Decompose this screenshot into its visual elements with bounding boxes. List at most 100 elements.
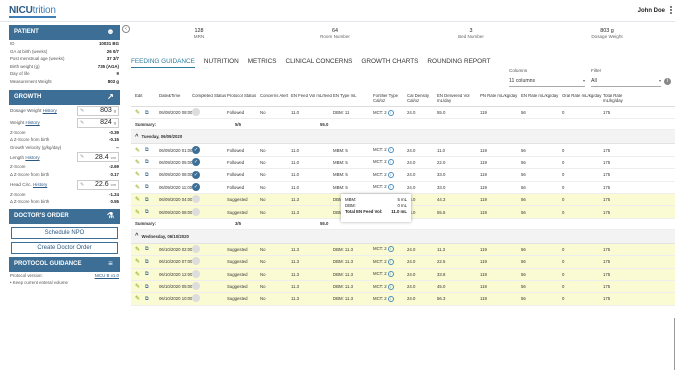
info-icon[interactable]: i — [664, 78, 671, 85]
create-doctor-order-button[interactable]: Create Doctor Order — [11, 241, 118, 254]
chevron-up-icon[interactable]: ^ — [135, 134, 139, 140]
copy-cell[interactable]: ⧉ — [145, 110, 159, 116]
weight-history-link[interactable]: History — [26, 120, 40, 125]
edit-pencil-icon[interactable]: ✎ — [135, 197, 140, 203]
unchecked-icon[interactable] — [192, 244, 200, 253]
schedule-npo-button[interactable]: Schedule NPO — [11, 226, 118, 239]
copy-cell[interactable]: ⧉ — [145, 184, 159, 190]
column-header[interactable]: Cal Density Cal/oz — [407, 94, 437, 106]
completed-status-cell[interactable]: ✓ — [192, 183, 227, 192]
unchecked-icon[interactable] — [192, 195, 200, 204]
columns-select[interactable]: 11 columns ▾ — [509, 76, 585, 87]
info-circle-icon[interactable]: i — [387, 184, 394, 191]
completed-status-cell[interactable] — [192, 207, 227, 217]
edit-cell[interactable]: ✎ — [131, 209, 145, 216]
copy-icon[interactable]: ⧉ — [145, 246, 149, 252]
column-header[interactable]: EN Type mL — [333, 94, 373, 106]
edit-pencil-icon[interactable]: ✎ — [135, 272, 140, 278]
completed-status-cell[interactable]: ✓ — [192, 146, 227, 155]
copy-cell[interactable]: ⧉ — [145, 209, 159, 215]
column-header[interactable]: Oral Rate mL/kg/day — [562, 94, 603, 106]
copy-cell[interactable]: ⧉ — [145, 246, 159, 252]
chevron-up-icon[interactable]: ^ — [135, 233, 139, 239]
info-circle-icon[interactable]: i — [387, 295, 394, 302]
unchecked-icon[interactable] — [192, 269, 200, 278]
date-group-header[interactable]: ^ Wednesday, 06/10/2020 — [131, 229, 675, 244]
copy-icon[interactable]: ⧉ — [145, 147, 149, 153]
completed-status-cell[interactable] — [192, 269, 227, 279]
info-circle-icon[interactable]: i — [387, 283, 394, 290]
edit-pencil-icon[interactable]: ✎ — [135, 110, 140, 116]
dosage-history-link[interactable]: History — [43, 108, 57, 113]
info-circle-icon[interactable]: i — [387, 147, 394, 154]
copy-icon[interactable]: ⧉ — [145, 271, 149, 277]
completed-status-cell[interactable]: ✓ — [192, 170, 227, 179]
edit-cell[interactable]: ✎ — [131, 147, 145, 154]
copy-cell[interactable]: ⧉ — [145, 147, 159, 153]
column-header[interactable]: Protocol Status — [227, 94, 260, 106]
column-header[interactable]: Date&Time — [159, 94, 192, 106]
more-menu-icon[interactable] — [668, 6, 674, 14]
edit-pencil-icon[interactable]: ✎ — [135, 210, 140, 216]
unchecked-icon[interactable] — [192, 207, 200, 216]
tab-feeding-guidance[interactable]: FEEDING GUIDANCE — [131, 58, 195, 68]
copy-icon[interactable]: ⧉ — [145, 172, 149, 178]
completed-status-cell[interactable] — [192, 282, 227, 291]
column-header[interactable]: EN Delivered Vol mL/day — [437, 94, 480, 106]
table-row[interactable]: ✎ ⧉ 06/10/2020 12:00 PM Suggested No 11.3 DBM:… — [131, 268, 675, 281]
column-header[interactable]: PN Rate mL/kg/day — [480, 94, 521, 106]
edit-pencil-icon[interactable]: ✎ — [135, 185, 140, 191]
edit-cell[interactable]: ✎ — [131, 159, 145, 166]
table-row[interactable]: ✎ ⧉ 06/10/2020 02:00 AM Suggested No 11.3 DBM:… — [131, 243, 675, 257]
checked-icon[interactable]: ✓ — [192, 146, 200, 155]
table-row[interactable]: ✎ ⧉ 06/10/2020 07:00 AM Suggested No 11.3 DBM:… — [131, 256, 675, 269]
copy-cell[interactable]: ⧉ — [145, 271, 159, 277]
column-header[interactable]: Fortifier Type Cal/oz — [373, 94, 407, 106]
length-field[interactable]: ✎ 28.4 cm — [77, 152, 119, 163]
user-name[interactable]: John Doe — [638, 8, 665, 14]
copy-icon[interactable]: ⧉ — [145, 159, 149, 165]
edit-pencil-icon[interactable]: ✎ — [135, 160, 140, 166]
edit-cell[interactable]: ✎ — [131, 258, 145, 265]
edit-cell[interactable]: ✎ — [131, 109, 145, 116]
copy-icon[interactable]: ⧉ — [145, 209, 149, 215]
column-header[interactable]: Concerns Alert — [260, 94, 291, 106]
copy-icon[interactable]: ⧉ — [145, 197, 149, 203]
protocol-version-link[interactable]: NICU B v1.0 — [95, 272, 119, 280]
copy-icon[interactable]: ⧉ — [145, 284, 149, 290]
edit-pencil-icon[interactable]: ✎ — [135, 172, 140, 178]
edit-pencil-icon[interactable]: ✎ — [135, 259, 140, 265]
info-circle-icon[interactable]: i — [387, 171, 394, 178]
table-row[interactable]: ✎ ⧉ 06/10/2020 05:00 PM Suggested No 11.3 DBM:… — [131, 280, 675, 294]
app-logo[interactable]: NICUtrition — [9, 5, 56, 16]
copy-cell[interactable]: ⧉ — [145, 284, 159, 290]
date-group-header[interactable]: ^ Tuesday, 06/09/2020 — [131, 130, 675, 145]
copy-icon[interactable]: ⧉ — [145, 296, 149, 302]
completed-status-cell[interactable] — [192, 195, 227, 204]
unchecked-icon[interactable] — [192, 108, 200, 117]
head-circ-field[interactable]: ✎ 22.6 cm — [77, 179, 119, 190]
completed-status-cell[interactable]: ✓ — [192, 158, 227, 167]
column-header[interactable]: Completed Status — [192, 94, 227, 106]
checked-icon[interactable]: ✓ — [192, 158, 200, 167]
dosage-weight-field[interactable]: ✎ 803 g — [77, 105, 119, 116]
completed-status-cell[interactable] — [192, 244, 227, 254]
edit-cell[interactable]: ✎ — [131, 271, 145, 278]
completed-status-cell[interactable] — [192, 257, 227, 266]
copy-cell[interactable]: ⧉ — [145, 159, 159, 165]
info-circle-icon[interactable]: i — [387, 159, 394, 166]
info-circle-icon[interactable]: i — [387, 271, 394, 278]
copy-cell[interactable]: ⧉ — [145, 172, 159, 178]
table-row[interactable]: ✎ ⧉ 06/09/2020 11:00 AM✓ Followed No 11.0 MBM:… — [131, 182, 675, 194]
column-header[interactable] — [145, 94, 159, 106]
filter-select[interactable]: All ▾ — [591, 76, 661, 87]
table-row[interactable]: ✎ ⧉ 06/08/2020 08:00 PM Followed No 11.0 DBM: … — [131, 107, 675, 120]
edit-pencil-icon[interactable]: ✎ — [135, 247, 140, 253]
tab-metrics[interactable]: METRICS — [248, 58, 277, 68]
edit-cell[interactable]: ✎ — [131, 171, 145, 178]
checked-icon[interactable]: ✓ — [192, 170, 200, 179]
collapse-sidebar-icon[interactable]: ‹ — [122, 25, 130, 33]
tab-growth-charts[interactable]: GROWTH CHARTS — [361, 58, 418, 68]
completed-status-cell[interactable] — [192, 108, 227, 117]
unchecked-icon[interactable] — [192, 294, 200, 303]
